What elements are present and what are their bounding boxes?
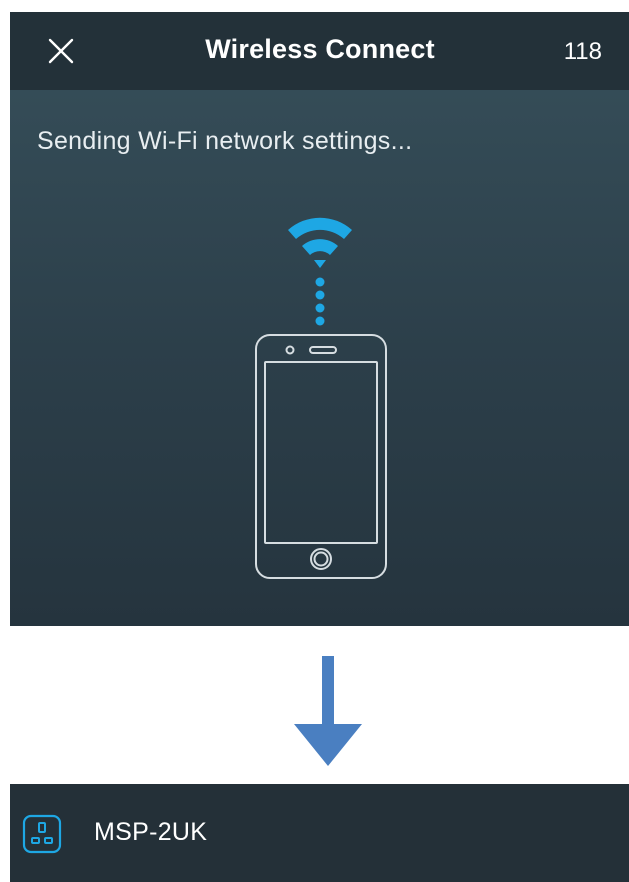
page: Wireless Connect 118 Sending Wi-Fi netwo… bbox=[0, 0, 629, 882]
device-list-item[interactable]: MSP-2UK bbox=[10, 784, 629, 882]
device-name: MSP-2UK bbox=[94, 818, 208, 846]
smart-plug-icon bbox=[22, 814, 62, 854]
page-title: Wireless Connect bbox=[205, 34, 435, 64]
wireless-connect-screen: Wireless Connect 118 Sending Wi-Fi netwo… bbox=[10, 12, 629, 626]
status-message: Sending Wi-Fi network settings... bbox=[37, 127, 413, 155]
countdown-counter: 118 bbox=[563, 38, 602, 65]
wifi-icon bbox=[288, 217, 352, 326]
navigation-bar: Wireless Connect 118 bbox=[10, 12, 629, 90]
smartphone-icon bbox=[255, 334, 387, 579]
arrow-down-icon bbox=[294, 656, 362, 766]
sending-illustration bbox=[255, 217, 387, 579]
